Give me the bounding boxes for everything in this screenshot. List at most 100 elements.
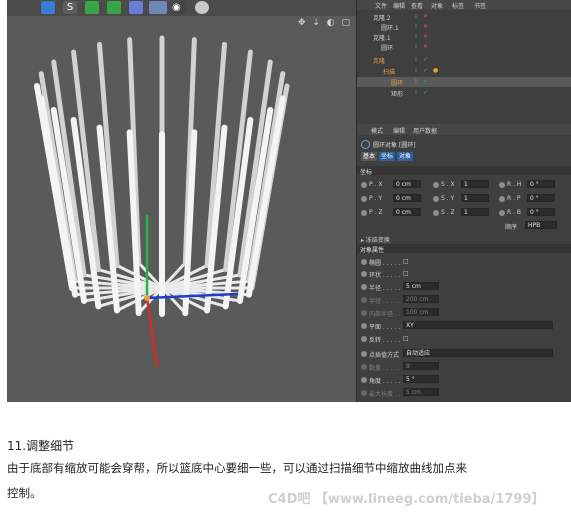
keyframe-radio[interactable]	[361, 336, 367, 342]
rp-label: R . P	[507, 195, 521, 202]
keyframe-radio[interactable]	[361, 271, 367, 277]
tab-coords[interactable]: 坐标	[379, 152, 396, 161]
enable-toggle[interactable]: ✓	[423, 78, 428, 85]
menu-bookmarks[interactable]: 书签	[474, 1, 486, 10]
keyframe-radio[interactable]	[361, 351, 367, 357]
object-row[interactable]: 圆环.1 ⁝ ✕	[357, 22, 571, 32]
plane-dropdown[interactable]: XY	[403, 321, 553, 329]
menu-objects[interactable]: 对象	[431, 1, 443, 10]
keyframe-radio[interactable]	[499, 182, 505, 188]
object-row[interactable]: 克隆.2 ⁝ ✕	[357, 12, 571, 22]
spline-icon[interactable]: S	[63, 1, 77, 14]
right-panel: 文件 编辑 查看 对象 标签 书签 克隆.2 ⁝ ✕ 圆环.1 ⁝ ✕ 克隆.1…	[356, 0, 571, 402]
enable-toggle[interactable]: ✕	[423, 33, 428, 40]
keyframe-radio[interactable]	[361, 259, 367, 265]
px-field[interactable]: 0 cm	[393, 180, 421, 188]
visibility-toggle[interactable]: ⁝	[415, 43, 417, 50]
pz-field[interactable]: 0 cm	[393, 208, 421, 216]
interpolation-dropdown[interactable]: 自动适应	[403, 349, 553, 357]
object-row[interactable]: 克隆 ⁝ ✓	[357, 55, 571, 65]
ellipse-checkbox[interactable]: □	[403, 258, 409, 265]
count-field[interactable]: 8	[403, 362, 439, 370]
object-name: 克隆	[373, 58, 386, 65]
visibility-toggle[interactable]: ⁝	[415, 78, 417, 85]
keyframe-radio[interactable]	[433, 196, 439, 202]
enable-toggle[interactable]: ✕	[423, 13, 428, 20]
menu-edit[interactable]: 编辑	[393, 126, 405, 135]
reverse-checkbox[interactable]: □	[403, 335, 409, 342]
keyframe-radio[interactable]	[361, 377, 367, 383]
keyframe-radio[interactable]	[361, 310, 367, 316]
3d-viewport[interactable]: ✥ ⇣ ◐ ▢	[7, 16, 356, 402]
enable-toggle[interactable]: ✕	[423, 23, 428, 30]
keyframe-radio[interactable]	[361, 196, 367, 202]
reverse-label: 反转 . . . . .	[369, 337, 401, 344]
object-row[interactable]: 矩形 ⁝ ✓	[357, 88, 571, 98]
object-row[interactable]: 圆环 ⁝ ✓	[357, 77, 571, 87]
object-pivot[interactable]	[144, 295, 150, 301]
enable-toggle[interactable]: ✕	[423, 43, 428, 50]
object-row[interactable]: 扫描 ⁝ ✓ ●	[357, 66, 571, 76]
object-name: 克隆.1	[373, 35, 391, 42]
keyframe-radio[interactable]	[361, 323, 367, 329]
visibility-toggle[interactable]: ⁝	[415, 67, 417, 74]
visibility-toggle[interactable]: ⁝	[415, 23, 417, 30]
menu-view[interactable]: 查看	[411, 1, 423, 10]
camera-icon[interactable]: ◉	[172, 1, 186, 14]
keyframe-radio[interactable]	[433, 210, 439, 216]
object-name: 圆环	[391, 80, 404, 87]
max-length-field[interactable]: 5 cm	[403, 388, 439, 396]
menu-edit[interactable]: 编辑	[393, 1, 405, 10]
visibility-toggle[interactable]: ⁝	[415, 56, 417, 63]
rh-field[interactable]: 0 °	[527, 180, 555, 188]
coords-section-header: 坐标	[357, 166, 571, 176]
visibility-toggle[interactable]: ⁝	[415, 89, 417, 96]
enable-toggle[interactable]: ✓	[423, 89, 428, 96]
keyframe-radio[interactable]	[499, 210, 505, 216]
object-row[interactable]: 圆环 ⁝ ✕	[357, 42, 571, 52]
cube-icon[interactable]	[41, 1, 55, 14]
menu-userdata[interactable]: 用户数据	[413, 126, 437, 135]
light-icon[interactable]	[195, 1, 209, 14]
object-row[interactable]: 克隆.1 ⁝ ✕	[357, 32, 571, 42]
keyframe-radio[interactable]	[433, 182, 439, 188]
order-dropdown[interactable]: HPB	[525, 221, 557, 229]
keyframe-radio[interactable]	[361, 182, 367, 188]
menu-file[interactable]: 文件	[375, 1, 387, 10]
enable-toggle[interactable]: ✓	[423, 67, 428, 74]
nurbs-icon[interactable]	[85, 1, 99, 14]
section-title: 坐标	[360, 169, 373, 176]
radius-field[interactable]: 5 cm	[403, 282, 439, 290]
freeze-transform-toggle[interactable]: ▸ 冻结变换	[361, 235, 390, 244]
basket-model[interactable]	[7, 16, 356, 402]
floor-icon[interactable]	[149, 1, 167, 14]
tab-object[interactable]: 对象	[397, 152, 414, 161]
visibility-toggle[interactable]: ⁝	[415, 13, 417, 20]
material-tag-icon[interactable]: ●	[433, 67, 438, 74]
angle-field[interactable]: 5 °	[403, 375, 439, 383]
tab-basic[interactable]: 基本	[361, 152, 378, 161]
rp-field[interactable]: 0 °	[527, 194, 555, 202]
sz-field[interactable]: 1	[461, 208, 489, 216]
pz-label: P . Z	[369, 209, 383, 216]
sx-field[interactable]: 1	[461, 180, 489, 188]
array-icon[interactable]	[107, 1, 121, 14]
enable-toggle[interactable]: ✓	[423, 56, 428, 63]
visibility-toggle[interactable]: ⁝	[415, 33, 417, 40]
menu-mode[interactable]: 模式	[371, 126, 383, 135]
keyframe-radio[interactable]	[361, 284, 367, 290]
keyframe-radio[interactable]	[361, 297, 367, 303]
keyframe-radio[interactable]	[361, 210, 367, 216]
ring-checkbox[interactable]: □	[403, 270, 409, 277]
keyframe-radio[interactable]	[361, 364, 367, 370]
inner-radius-field[interactable]: 100 cm	[403, 308, 439, 316]
radius-y-field[interactable]: 200 cm	[403, 295, 439, 303]
deformer-icon[interactable]	[129, 1, 143, 14]
keyframe-radio[interactable]	[361, 390, 367, 396]
menu-tags[interactable]: 标签	[452, 1, 464, 10]
rb-field[interactable]: 0 °	[527, 208, 555, 216]
section-title: 对象属性	[360, 247, 385, 254]
sy-field[interactable]: 1	[461, 194, 489, 202]
keyframe-radio[interactable]	[499, 196, 505, 202]
py-field[interactable]: 0 cm	[393, 194, 421, 202]
